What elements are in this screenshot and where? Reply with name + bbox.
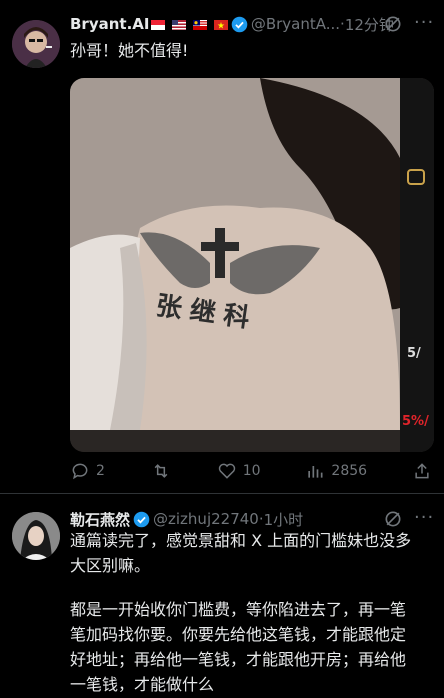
tweet-1[interactable]: Bryant.AI @BryantA... · 12分钟 ··· 孙哥！她不值得… [0,0,444,492]
tweet-text-line: 好地址；再给他一笔钱，才能跟他开房；再给他 [70,650,407,669]
timestamp[interactable]: 1小时 [264,509,304,530]
flags [149,15,228,33]
verified-badge-icon [133,511,150,527]
display-name[interactable]: 勒石燕然 [70,509,130,530]
tweet-text-line: 一笔钱，才能做什么 [70,675,215,694]
view-count: 2856 [331,463,368,479]
like-count: 10 [242,463,261,479]
avatar-image [12,20,60,68]
mute-icon[interactable] [383,14,403,34]
handle[interactable]: @zizhuj22740 [153,510,259,528]
side-label: 5/ [407,346,421,361]
handle[interactable]: @BryantA... [251,15,340,33]
tweet-header: 勒石燕然 @zizhuj22740 · 1小时 [70,508,303,530]
retweet-icon [154,464,168,478]
tweet-text-line: 笔加码找你要。你要先给他这笔钱，才能跟他定 [70,625,407,644]
reply-icon [72,463,88,480]
tweet-header: Bryant.AI @BryantA... · 12分钟 [70,13,394,35]
share-button[interactable] [412,461,432,481]
reply-button[interactable]: 2 [70,461,105,481]
heart-icon [218,463,235,479]
photo [70,78,434,452]
share-icon [415,463,429,479]
avatar[interactable] [12,20,60,68]
flag-icon [193,19,208,30]
flag-icon [172,19,187,30]
retweet-button[interactable] [150,461,172,481]
more-options-icon[interactable]: ··· [414,507,434,528]
like-button[interactable]: 10 [217,461,261,481]
reply-count: 2 [96,463,105,479]
avatar[interactable] [12,512,60,560]
mute-icon[interactable] [383,509,403,529]
views-icon [308,466,323,478]
tweet-text: 孙哥！她不值得! [70,41,189,60]
tweet-image[interactable]: 张继科 5/ 5%/ [70,78,434,452]
tweet-text-line: 大区别嘛。 [70,556,151,575]
flag-icon [213,19,228,30]
views-button[interactable]: 2856 [305,461,367,481]
display-name[interactable]: Bryant.AI [70,15,149,33]
tweet-2[interactable]: 勒石燕然 @zizhuj22740 · 1小时 ··· 通篇读完了，感觉景甜和 … [0,494,444,694]
tweet-text-line: 都是一开始收你门槛费，等你陷进去了，再一笔 [70,600,407,619]
tweet-actions: 2 10 2856 [70,461,432,481]
side-label-percent: 5%/ [402,414,429,429]
verified-badge-icon [231,16,248,32]
flag-icon [151,19,166,30]
more-options-icon[interactable]: ··· [414,12,434,33]
avatar-image [12,512,60,560]
tweet-text-line: 通篇读完了，感觉景甜和 X 上面的门槛妹也没多 [70,531,412,550]
